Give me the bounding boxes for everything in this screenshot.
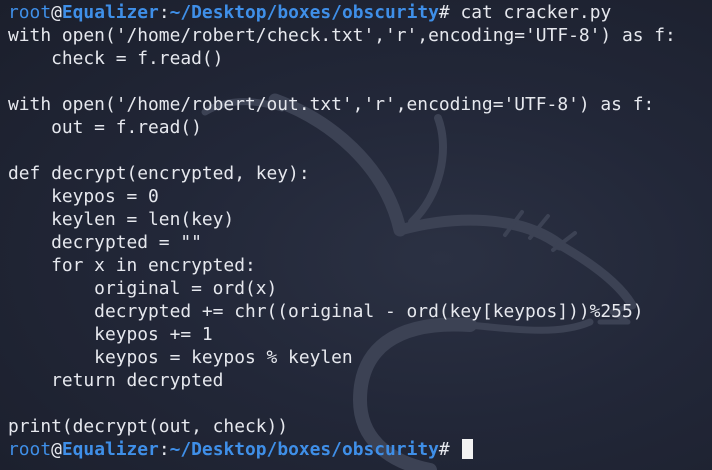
output-line: out = f.read()	[8, 117, 202, 138]
output-line: for x in encrypted:	[8, 255, 256, 276]
output-line: keypos += 1	[8, 324, 213, 345]
cursor[interactable]	[462, 439, 474, 459]
output-line: decrypted += chr((original - ord(key[key…	[8, 301, 644, 322]
terminal-window[interactable]: root@Equalizer:~/Desktop/boxes/obscurity…	[0, 0, 712, 470]
output-line: check = f.read()	[8, 48, 224, 69]
output-line: print(decrypt(out, check))	[8, 416, 289, 437]
prompt-line: root@Equalizer:~/Desktop/boxes/obscurity…	[8, 1, 676, 24]
prompt-host: Equalizer	[61, 439, 159, 460]
output-line: def decrypt(encrypted, key):	[8, 163, 310, 184]
output-line: original = ord(x)	[8, 278, 278, 299]
terminal-output: root@Equalizer:~/Desktop/boxes/obscurity…	[8, 1, 676, 461]
prompt-path: ~/Desktop/boxes/obscurity	[169, 2, 439, 23]
command-text: cat cracker.py	[460, 2, 612, 23]
prompt-user: root	[8, 2, 52, 23]
prompt-at: @	[51, 2, 62, 23]
output-line: keypos = 0	[8, 186, 159, 207]
output-line: decrypted = ""	[8, 232, 202, 253]
prompt-colon: :	[158, 2, 170, 23]
prompt-path: ~/Desktop/boxes/obscurity	[169, 439, 439, 460]
output-line: keypos = keypos % keylen	[8, 347, 353, 368]
prompt-user: root	[8, 439, 52, 460]
output-line: return decrypted	[8, 370, 224, 391]
output-line: with open('/home/robert/out.txt','r',enc…	[8, 94, 655, 115]
prompt-symbol: #	[438, 2, 450, 23]
prompt-at: @	[51, 439, 62, 460]
prompt-symbol: #	[438, 439, 450, 460]
output-line: keylen = len(key)	[8, 209, 235, 230]
prompt-colon: :	[158, 439, 170, 460]
prompt-host: Equalizer	[61, 2, 159, 23]
output-line: with open('/home/robert/check.txt','r',e…	[8, 25, 676, 46]
prompt-line[interactable]: root@Equalizer:~/Desktop/boxes/obscurity…	[8, 438, 676, 461]
